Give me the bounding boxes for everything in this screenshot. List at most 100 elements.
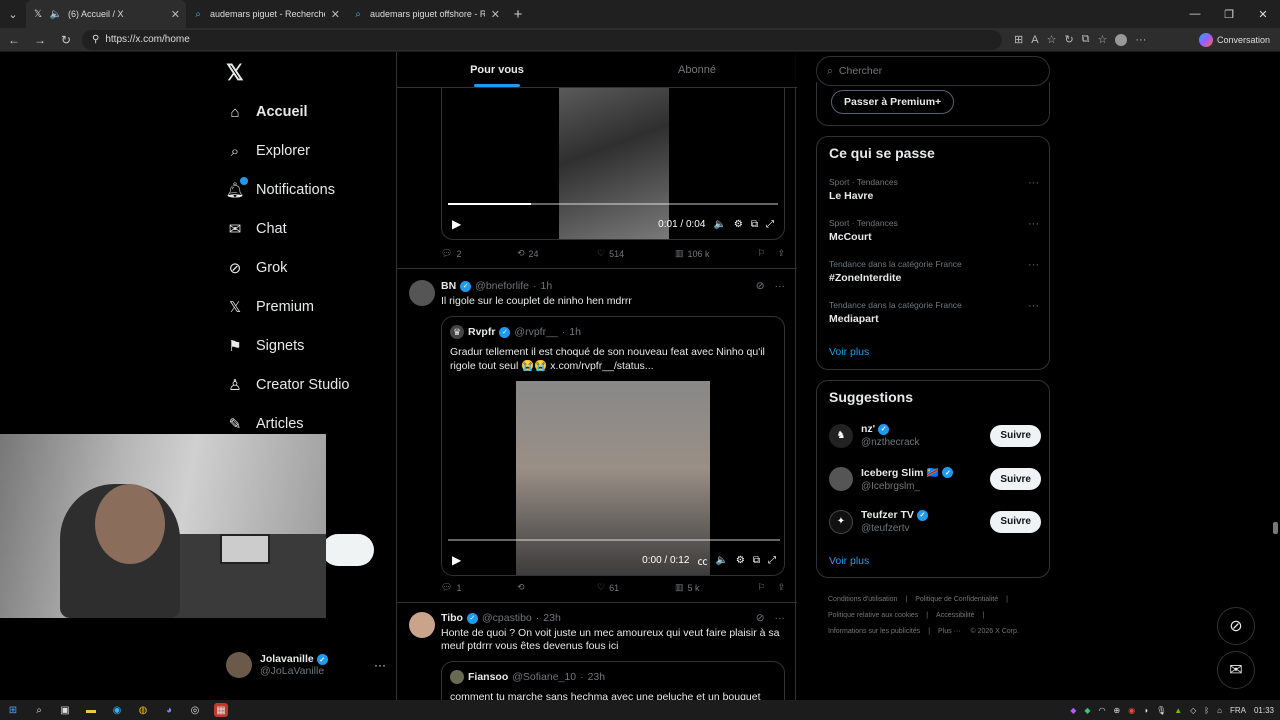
pip-icon[interactable]: ⧉ <box>753 555 760 566</box>
captions-icon[interactable]: ㏄ <box>697 553 707 568</box>
repost-button[interactable]: ⟲ 24 <box>517 248 597 259</box>
x-logo-icon[interactable]: 𝕏 <box>226 60 244 86</box>
trending-see-more-link[interactable]: Voir plus <box>829 346 869 358</box>
follow-button[interactable]: Suivre <box>990 510 1041 533</box>
trend-item[interactable]: Sport · Tendances McCourt ··· <box>829 218 1039 243</box>
footer-link[interactable]: Plus ··· <box>938 628 961 635</box>
play-icon[interactable]: ▶ <box>452 217 461 231</box>
forward-icon[interactable]: → <box>30 30 50 50</box>
windows-start-icon[interactable]: ⊞ <box>6 703 20 717</box>
search-icon[interactable]: ⌕ <box>32 703 46 717</box>
suggestion-item[interactable]: Iceberg Slim 🇨🇩 ✓ @Icebrgslm_ Suivre <box>829 466 1041 492</box>
sidebar-item-notifications[interactable]: 🔔︎ Notifications <box>225 177 335 202</box>
play-icon[interactable]: ▶ <box>452 553 461 567</box>
trend-item[interactable]: Sport · Tendances Le Havre ··· <box>829 177 1039 202</box>
author-name[interactable]: BN <box>441 280 456 292</box>
conversation-button[interactable]: Conversation <box>1198 32 1276 47</box>
edge-icon[interactable]: ◉ <box>110 703 124 717</box>
quoted-post[interactable]: Fiansoo @Sofiane_10 · 23h comment tu mar… <box>441 661 785 700</box>
new-tab-button[interactable]: + <box>506 0 530 28</box>
more-icon[interactable]: ··· <box>1028 259 1039 271</box>
more-icon[interactable]: ··· <box>1028 177 1039 189</box>
bookmark-icon[interactable]: ⚐ <box>757 248 765 259</box>
share-icon[interactable]: ⇪ <box>777 248 785 259</box>
close-window-icon[interactable]: ✕ <box>1246 0 1280 28</box>
site-info-icon[interactable]: ⚲ <box>92 34 99 45</box>
refresh-icon[interactable]: ↻ <box>56 30 76 50</box>
browser-tab-x[interactable]: 𝕏 🔈 (6) Accueil / X ✕ <box>26 0 186 28</box>
maximize-icon[interactable]: ❐ <box>1212 0 1246 28</box>
sidebar-item-premium[interactable]: 𝕏 Premium <box>226 295 314 319</box>
fullscreen-icon[interactable]: ⤢ <box>768 555 776 566</box>
tray-icon[interactable]: ◑ <box>1143 706 1148 715</box>
suggestion-item[interactable]: ♞ nz' ✓ @nzthecrack Suivre <box>829 423 1041 448</box>
share-icon[interactable]: ⇪ <box>777 582 785 593</box>
tray-icon[interactable]: ◉ <box>1128 706 1135 715</box>
trend-item[interactable]: Tendance dans la catégorie France Mediap… <box>829 300 1039 325</box>
back-icon[interactable]: ← <box>4 30 24 50</box>
sidebar-item-creator-studio[interactable]: ♙ Creator Studio <box>226 373 349 397</box>
close-tab-icon[interactable]: ✕ <box>491 8 500 21</box>
browser-tab-search-2[interactable]: ⌕ audemars piguet offshore - Recher ✕ <box>346 0 506 28</box>
post-time[interactable]: 1h <box>541 280 553 292</box>
author-name[interactable]: Tibo <box>441 612 463 624</box>
tray-icon[interactable]: ⊕ <box>1114 706 1121 715</box>
page-scrollbar[interactable] <box>1273 522 1278 534</box>
post-video[interactable]: ▶ 0:01 / 0:04 🔈 ⚙ ⧉ ⤢ <box>441 88 785 240</box>
url-field[interactable]: ⚲ https://x.com/home <box>82 29 1002 50</box>
post-button[interactable] <box>322 534 374 566</box>
follow-button[interactable]: Suivre <box>990 468 1041 490</box>
profile-avatar[interactable] <box>1115 33 1128 46</box>
messages-fab-button[interactable]: ✉ <box>1217 651 1255 689</box>
views-button[interactable]: ▥ 5 k <box>675 582 745 593</box>
more-icon[interactable]: ··· <box>1028 300 1039 312</box>
more-icon[interactable]: ··· <box>374 658 386 672</box>
minimize-icon[interactable]: — <box>1178 0 1212 28</box>
settings-icon[interactable]: ⚙ <box>736 555 745 566</box>
bookmark-icon[interactable]: ⚐ <box>757 582 765 593</box>
more-menu-icon[interactable]: ··· <box>1135 34 1146 46</box>
clock[interactable]: 01:33 <box>1254 706 1274 715</box>
footer-link[interactable]: Conditions d'utilisation <box>828 596 897 603</box>
grok-icon[interactable]: ⊘ <box>756 280 765 292</box>
pip-icon[interactable]: ⧉ <box>751 219 758 230</box>
video-progress-bar[interactable] <box>448 539 780 541</box>
avatar[interactable] <box>409 280 435 306</box>
headset-icon[interactable]: ◠ <box>1099 706 1106 715</box>
app-icon[interactable]: ▦ <box>214 703 228 717</box>
suggestions-see-more-link[interactable]: Voir plus <box>829 555 869 567</box>
discord-icon[interactable]: ◕ <box>162 703 176 717</box>
author-handle[interactable]: @cpastibo <box>482 612 532 624</box>
tray-icon[interactable]: ◆ <box>1070 706 1076 715</box>
grok-fab-button[interactable]: ⊘ <box>1217 607 1255 645</box>
avatar[interactable] <box>409 612 435 638</box>
account-switcher[interactable]: Jolavanille ✓ @JoLaVanille ··· <box>226 652 386 678</box>
trend-item[interactable]: Tendance dans la catégorie France #ZoneI… <box>829 259 1039 284</box>
browser-tab-search-1[interactable]: ⌕ audemars piguet - Recherche ✕ <box>186 0 346 28</box>
nvidia-icon[interactable]: ▲ <box>1174 706 1182 715</box>
sidebar-item-accueil[interactable]: ⌂ Accueil <box>226 100 307 124</box>
search-input[interactable]: ⌕ Chercher <box>816 56 1050 86</box>
reply-button[interactable]: 💬︎ 2 <box>441 248 517 259</box>
fullscreen-icon[interactable]: ⤢ <box>766 219 774 230</box>
favorite-star-icon[interactable]: ☆ <box>1047 33 1057 46</box>
post-time[interactable]: 23h <box>543 612 561 624</box>
like-button[interactable]: ♡ 514 <box>597 248 675 259</box>
quoted-video[interactable]: ▶ 0:00 / 0:12 ㏄ 🔈 ⚙ ⧉ ⤢ <box>442 381 784 575</box>
reply-button[interactable]: 💬︎ 1 <box>441 582 517 593</box>
suggestion-item[interactable]: ✦ Teufzer TV ✓ @teufzertv Suivre <box>829 509 1041 534</box>
follow-button[interactable]: Suivre <box>990 424 1041 447</box>
tray-icon[interactable]: ◆ <box>1084 706 1090 715</box>
sidebar-item-grok[interactable]: ⊘ Grok <box>226 256 288 280</box>
microphone-icon[interactable]: 🎙︎ <box>1156 706 1166 715</box>
premium-plus-button[interactable]: Passer à Premium+ <box>831 90 955 114</box>
close-tab-icon[interactable]: ✕ <box>171 8 180 21</box>
refresh-ext-icon[interactable]: ↻ <box>1064 33 1073 46</box>
footer-link[interactable]: Informations sur les publicités <box>828 628 920 635</box>
sidebar-item-chat[interactable]: ✉ Chat <box>226 217 287 241</box>
more-icon[interactable]: ··· <box>1028 218 1039 230</box>
file-explorer-icon[interactable]: ▬ <box>84 703 98 717</box>
like-button[interactable]: ♡ 61 <box>597 582 675 593</box>
grok-icon[interactable]: ⊘ <box>756 612 765 624</box>
settings-icon[interactable]: ⚙ <box>734 219 743 230</box>
